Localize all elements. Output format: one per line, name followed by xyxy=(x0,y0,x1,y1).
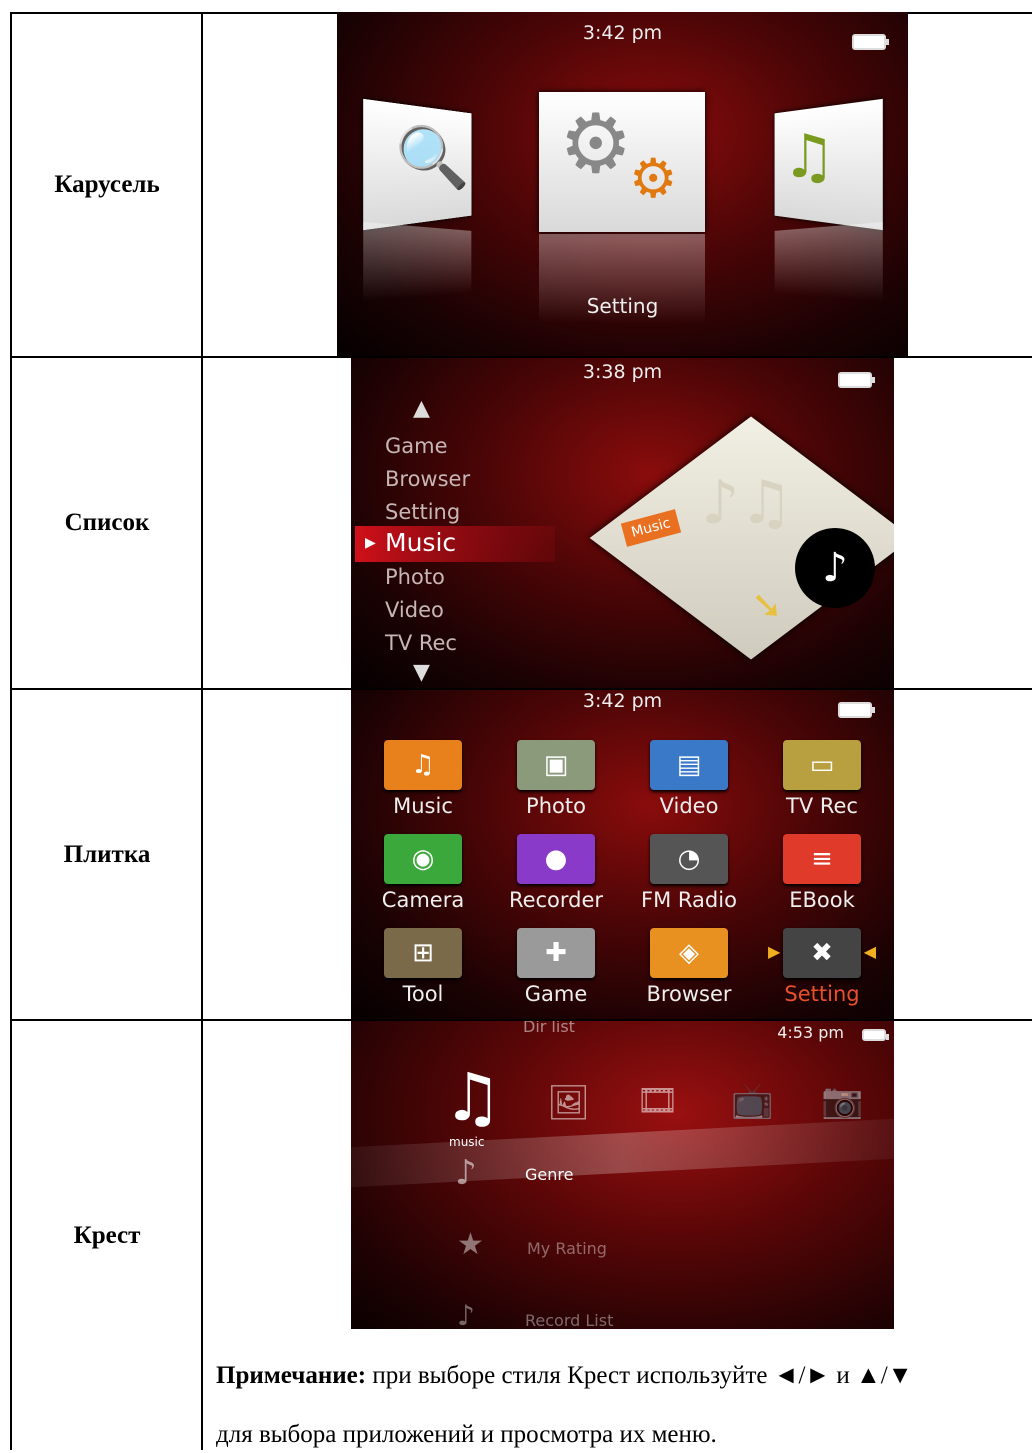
arrow-icon: ➘ xyxy=(751,583,783,627)
video-category-icon[interactable]: 🎞 xyxy=(636,1081,679,1121)
photo-category-icon[interactable]: 🖼 xyxy=(547,1083,590,1123)
tile-label: Camera xyxy=(381,888,465,912)
menu-item-genre[interactable]: Genre xyxy=(525,1165,573,1184)
note-text: при выборе стиля Крест используйте ◄/► и… xyxy=(366,1362,913,1389)
tile-recorder[interactable]: ● Recorder xyxy=(490,834,622,912)
clock: 3:42 pm xyxy=(582,22,663,44)
tile-label: Browser xyxy=(646,982,732,1006)
photo-icon: ▣ xyxy=(517,740,595,790)
battery-icon xyxy=(838,702,875,718)
note-line-2: для выбора приложений и просмотра их мен… xyxy=(216,1421,717,1448)
tile-browser[interactable]: ◈ Browser xyxy=(623,928,755,1006)
row-label-carousel: Карусель xyxy=(54,171,160,198)
list-item[interactable]: TV Rec xyxy=(385,631,457,655)
ebook-icon: ≡ xyxy=(783,834,861,884)
music-note-icon: ♫ xyxy=(384,740,462,790)
row-label-list: Список xyxy=(64,509,150,536)
music-icon: ♫ xyxy=(782,122,836,192)
tile-label: Game xyxy=(524,982,588,1006)
tile-setting[interactable]: ✖ Setting ▶ ◀ xyxy=(756,928,888,1006)
list-item-selected[interactable]: Music xyxy=(385,528,456,557)
rating-icon: ★ xyxy=(457,1227,484,1262)
microphone-icon: ● xyxy=(517,834,595,884)
record-list-icon: ♪ xyxy=(457,1299,475,1329)
tile-video[interactable]: ▤ Video xyxy=(623,740,755,818)
tile-label: EBook xyxy=(789,888,855,912)
battery-icon xyxy=(852,34,889,50)
tile-label: Music xyxy=(393,794,453,818)
carousel-caption: Setting xyxy=(586,294,659,318)
gamepad-icon: ✚ xyxy=(517,928,595,978)
clock: 3:38 pm xyxy=(582,361,663,383)
cross-screenshot: Dir list 4:53 pm ♫ music 🖼 🎞 📺 📷 ♪ Genre… xyxy=(351,1021,894,1329)
scroll-up-icon[interactable]: ▲ xyxy=(413,396,430,421)
tile-label: Video xyxy=(659,794,719,818)
battery-icon xyxy=(838,372,875,388)
clock: 3:42 pm xyxy=(582,690,663,712)
tile-screenshot: 3:42 pm ♫ Music ▣ Photo ▤ Video ▭ TV Rec ◉ Camera… xyxy=(351,690,894,1019)
camera-icon: ◉ xyxy=(384,834,462,884)
tv-category-icon[interactable]: 📺 xyxy=(731,1081,773,1121)
dir-list-item[interactable]: Dir list xyxy=(523,1021,575,1036)
carousel-screenshot: 3:42 pm 🔍 ⚙ ⚙ Setting ♫ xyxy=(337,12,908,356)
tile-label: Recorder xyxy=(508,888,604,912)
film-icon: ▤ xyxy=(650,740,728,790)
tile-tv-rec[interactable]: ▭ TV Rec xyxy=(756,740,888,818)
genre-icon: ♪ xyxy=(455,1153,477,1193)
list-item[interactable]: Browser xyxy=(385,467,470,491)
music-notes-icon: ♪♫ xyxy=(701,468,794,538)
row-label-tile: Плитка xyxy=(63,840,151,868)
scroll-down-icon[interactable]: ▼ xyxy=(413,660,430,685)
selection-arrow-left-icon: ▶ xyxy=(768,942,781,961)
menu-item-record-list[interactable]: Record List xyxy=(525,1311,613,1329)
browser-icon: ◈ xyxy=(650,928,728,978)
calculator-icon: ⊞ xyxy=(384,928,462,978)
music-category-label: music xyxy=(449,1135,485,1149)
music-category-icon[interactable]: ♫ xyxy=(443,1065,502,1131)
radio-icon: ◔ xyxy=(650,834,728,884)
tile-fm-radio[interactable]: ◔ FM Radio xyxy=(623,834,755,912)
wave-band xyxy=(351,1118,894,1188)
tv-icon: ▭ xyxy=(783,740,861,790)
tile-label: TV Rec xyxy=(786,794,858,818)
gear-small-icon: ⚙ xyxy=(629,147,678,210)
clock: 4:53 pm xyxy=(777,1023,844,1042)
tile-music[interactable]: ♫ Music xyxy=(357,740,489,818)
tile-label: Photo xyxy=(526,794,586,818)
battery-icon xyxy=(862,1029,889,1041)
gears-icon: ⚙ xyxy=(559,97,633,192)
list-item[interactable]: Video xyxy=(385,598,444,622)
tile-label: FM Radio xyxy=(641,888,737,912)
tile-label: Setting xyxy=(784,982,860,1006)
camera-category-icon[interactable]: 📷 xyxy=(821,1081,863,1121)
menu-item-my-rating[interactable]: My Rating xyxy=(527,1239,607,1258)
note-line-1: Примечание: при выборе стиля Крест испол… xyxy=(216,1358,912,1394)
card-reflection-right xyxy=(774,222,883,302)
tile-camera[interactable]: ◉ Camera xyxy=(357,834,489,912)
note-label: Примечание: xyxy=(216,1362,367,1389)
tools-icon: ✖ xyxy=(783,928,861,978)
tile-ebook[interactable]: ≡ EBook xyxy=(756,834,888,912)
row-label-cross: Крест xyxy=(73,1221,141,1249)
list-item[interactable]: Game xyxy=(385,434,448,458)
tile-tool[interactable]: ⊞ Tool xyxy=(357,928,489,1006)
selection-arrow-right-icon: ◀ xyxy=(863,942,876,961)
tile-photo[interactable]: ▣ Photo xyxy=(490,740,622,818)
disc-icon: ♪ xyxy=(795,528,875,608)
list-item[interactable]: Photo xyxy=(385,565,445,589)
card-reflection-left xyxy=(363,222,472,302)
table-border-top-right xyxy=(908,12,1032,14)
tile-label: Tool xyxy=(402,982,444,1006)
selected-arrow-icon: ▶ xyxy=(365,535,376,551)
list-item[interactable]: Setting xyxy=(385,500,460,524)
list-screenshot: 3:38 pm ▲ Game Browser Setting ▶ Music P… xyxy=(351,358,894,688)
folder-search-icon: 🔍 xyxy=(395,123,470,193)
tile-game[interactable]: ✚ Game xyxy=(490,928,622,1006)
